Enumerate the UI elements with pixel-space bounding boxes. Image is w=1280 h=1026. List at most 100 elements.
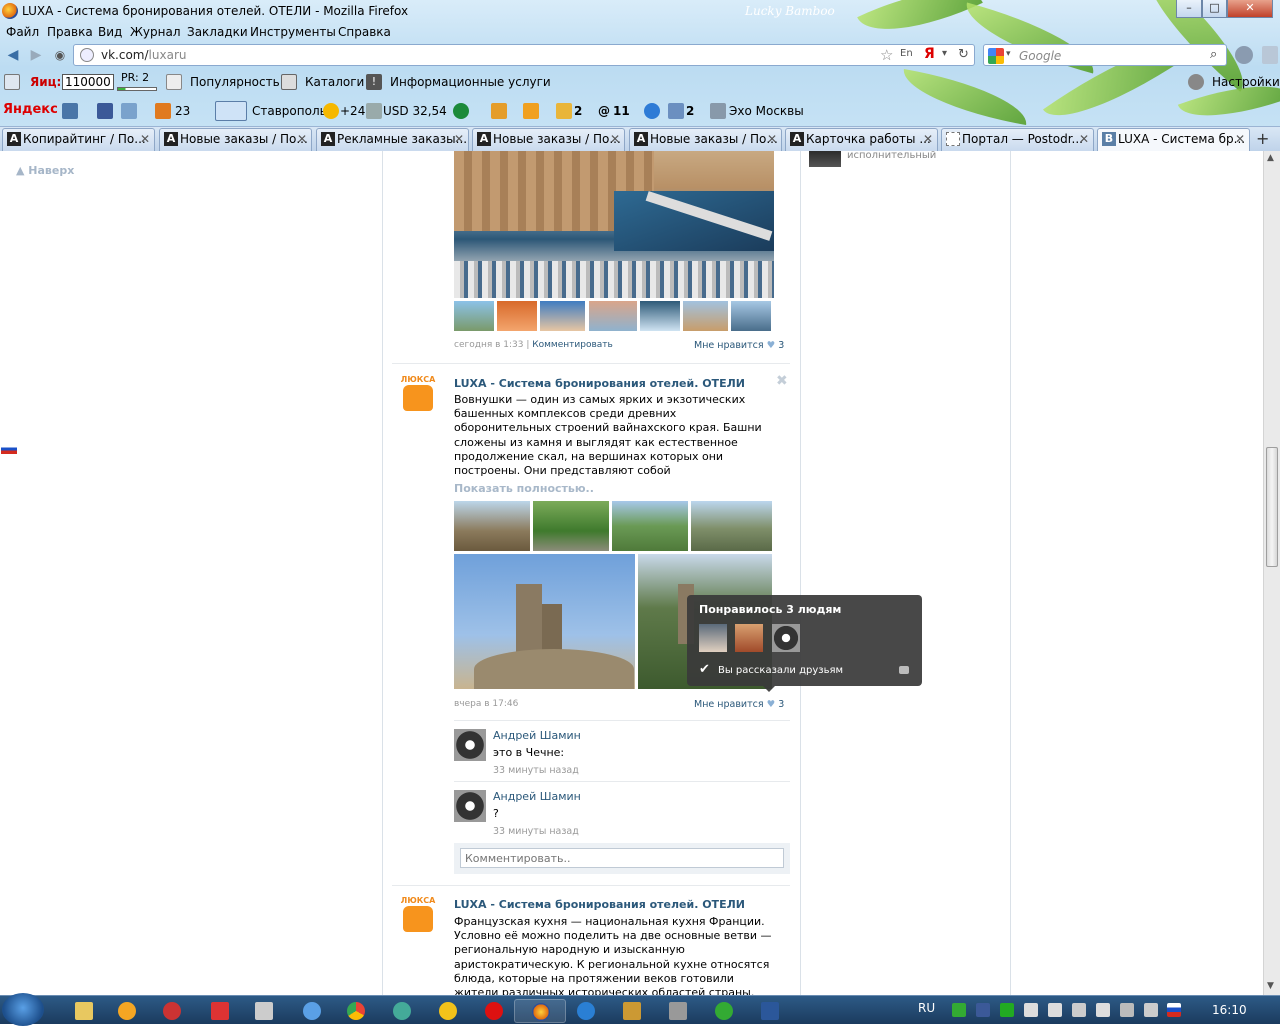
taskbar-app[interactable] (146, 999, 198, 1023)
new-tab-button[interactable]: + (1256, 129, 1269, 148)
member-avatar[interactable] (809, 151, 841, 167)
bookmark-star-icon[interactable]: ☆ (880, 46, 893, 64)
tab-0[interactable]: A Копирайтинг / По... ✕ (2, 128, 155, 151)
taskbar-app[interactable] (238, 999, 290, 1023)
catalogs-menu[interactable]: Каталоги (305, 75, 364, 89)
tray-icon[interactable] (952, 1003, 966, 1017)
mail-tray-icon[interactable] (1096, 1003, 1110, 1017)
tic-value[interactable]: 110000 (62, 74, 114, 90)
thumbnail[interactable] (640, 301, 680, 331)
photo-tower-large-1[interactable] (454, 554, 635, 689)
comment-author[interactable]: Андрей Шамин (493, 790, 581, 803)
scroll-thumb[interactable] (1266, 447, 1278, 567)
feather-icon[interactable] (644, 103, 660, 119)
back-to-top-link[interactable]: ▲ Наверх (16, 164, 74, 177)
start-button[interactable] (2, 993, 44, 1026)
puzzle-icon[interactable] (491, 103, 507, 119)
post-main-photo[interactable] (454, 151, 774, 298)
tab-2[interactable]: A Рекламные заказы... ✕ (316, 128, 469, 151)
reload-icon[interactable]: ↻ (958, 47, 969, 62)
at-icon[interactable]: @ (598, 104, 610, 118)
thumbnail[interactable] (589, 301, 637, 331)
photo-tower-1[interactable] (454, 501, 530, 551)
tab-7[interactable]: B LUXA - Система бр... ✕ (1097, 128, 1250, 151)
show-more-link[interactable]: Показать полностью.. (454, 482, 594, 495)
history-dropdown[interactable]: ◉ (50, 45, 70, 65)
scroll-down-icon[interactable]: ▼ (1267, 981, 1274, 991)
tab-5[interactable]: A Карточка работы ... ✕ (785, 128, 938, 151)
dropdown-arrow-icon[interactable]: ▾ (942, 48, 947, 59)
post-time[interactable]: сегодня в 1:33 (454, 340, 523, 350)
settings-menu[interactable]: Настройки (1212, 75, 1280, 89)
liker-avatar[interactable] (772, 624, 800, 652)
menu-edit[interactable]: Правка (47, 25, 93, 39)
tab-1[interactable]: A Новые заказы / По... ✕ (159, 128, 312, 151)
post-author[interactable]: LUXA - Система бронирования отелей. ОТЕЛ… (454, 898, 745, 911)
back-button[interactable]: ◀ (3, 45, 23, 65)
photo-tower-3[interactable] (612, 501, 688, 551)
close-icon[interactable]: ✖ (776, 373, 788, 389)
speech-bubble-icon[interactable] (899, 666, 909, 674)
message-icon[interactable] (668, 103, 684, 119)
close-window-button[interactable]: ✕ (1227, 0, 1273, 18)
taskbar-app[interactable] (652, 999, 704, 1023)
comment-author[interactable]: Андрей Шамин (493, 729, 581, 742)
taskbar-app[interactable] (560, 999, 612, 1023)
russian-flag-icon[interactable] (1, 444, 17, 454)
tray-icon[interactable] (1048, 1003, 1062, 1017)
opera-taskbar-button[interactable] (468, 999, 520, 1023)
liker-avatar[interactable] (735, 624, 763, 652)
taskbar-app[interactable] (606, 999, 658, 1023)
like-button[interactable]: Мне нравится ♥ 3 (694, 699, 784, 710)
close-icon[interactable]: ✕ (767, 129, 777, 150)
chrome-taskbar-button[interactable] (330, 999, 382, 1023)
tab-6[interactable]: Портал — Postodr... ✕ (941, 128, 1094, 151)
engine-dropdown-icon[interactable]: ▾ (1006, 49, 1011, 59)
alert-icon[interactable] (556, 103, 572, 119)
currency-icon[interactable] (453, 103, 469, 119)
close-icon[interactable]: ✕ (1079, 129, 1089, 150)
hourglass-icon[interactable] (166, 74, 182, 90)
post-time[interactable]: вчера в 17:46 (454, 699, 518, 709)
speaker-icon[interactable] (1144, 1003, 1158, 1017)
count-c[interactable]: 2 (686, 104, 694, 118)
count-a[interactable]: 2 (574, 104, 582, 118)
comment-link[interactable]: Комментировать (532, 340, 613, 350)
tray-icon[interactable] (1024, 1003, 1038, 1017)
thumbnail[interactable] (683, 301, 728, 331)
popularity-menu[interactable]: Популярность (190, 75, 280, 89)
yandex-logo[interactable]: Яндекс (3, 102, 58, 117)
menu-help[interactable]: Справка (338, 25, 391, 39)
search-input[interactable]: Google (1019, 49, 1061, 63)
tab-3[interactable]: A Новые заказы / По... ✕ (472, 128, 625, 151)
vk-icon[interactable] (62, 103, 78, 119)
russian-flag-icon[interactable] (1167, 1003, 1181, 1017)
minimize-button[interactable]: – (1176, 0, 1202, 18)
envelope-icon[interactable] (523, 103, 539, 119)
word-taskbar-button[interactable] (744, 999, 796, 1023)
thumbnail[interactable] (454, 301, 494, 331)
close-icon[interactable]: ✕ (1235, 129, 1245, 150)
search-bar[interactable]: ▾ Google ⌕ (983, 44, 1227, 66)
catalog-icon[interactable] (281, 74, 297, 90)
forward-button[interactable]: ▶ (26, 45, 46, 65)
thumbnail[interactable] (731, 301, 771, 331)
menu-file[interactable]: Файл (6, 25, 39, 39)
menu-history[interactable]: Журнал (130, 25, 181, 39)
taskbar-app[interactable] (698, 999, 750, 1023)
comment-input[interactable] (460, 848, 784, 868)
mail-icon[interactable] (121, 103, 137, 119)
clock[interactable]: 16:10 (1212, 1003, 1247, 1017)
taskbar-app[interactable] (422, 999, 474, 1023)
speaker-icon[interactable] (710, 103, 726, 119)
community-avatar[interactable]: ЛЮКСА (399, 896, 437, 934)
thumbnail[interactable] (540, 301, 585, 331)
mailbox-icon[interactable] (155, 103, 171, 119)
toolbar-menu-icon[interactable] (4, 74, 20, 90)
close-icon[interactable]: ✕ (454, 129, 464, 150)
city-label[interactable]: Ставрополь (252, 104, 327, 118)
address-bar[interactable]: vk.com/luxaru ☆ En Я ▾ ↻ (73, 44, 975, 66)
tab-4[interactable]: A Новые заказы / По... ✕ (629, 128, 782, 151)
maximize-button[interactable]: □ (1202, 0, 1227, 18)
menu-view[interactable]: Вид (98, 25, 122, 39)
